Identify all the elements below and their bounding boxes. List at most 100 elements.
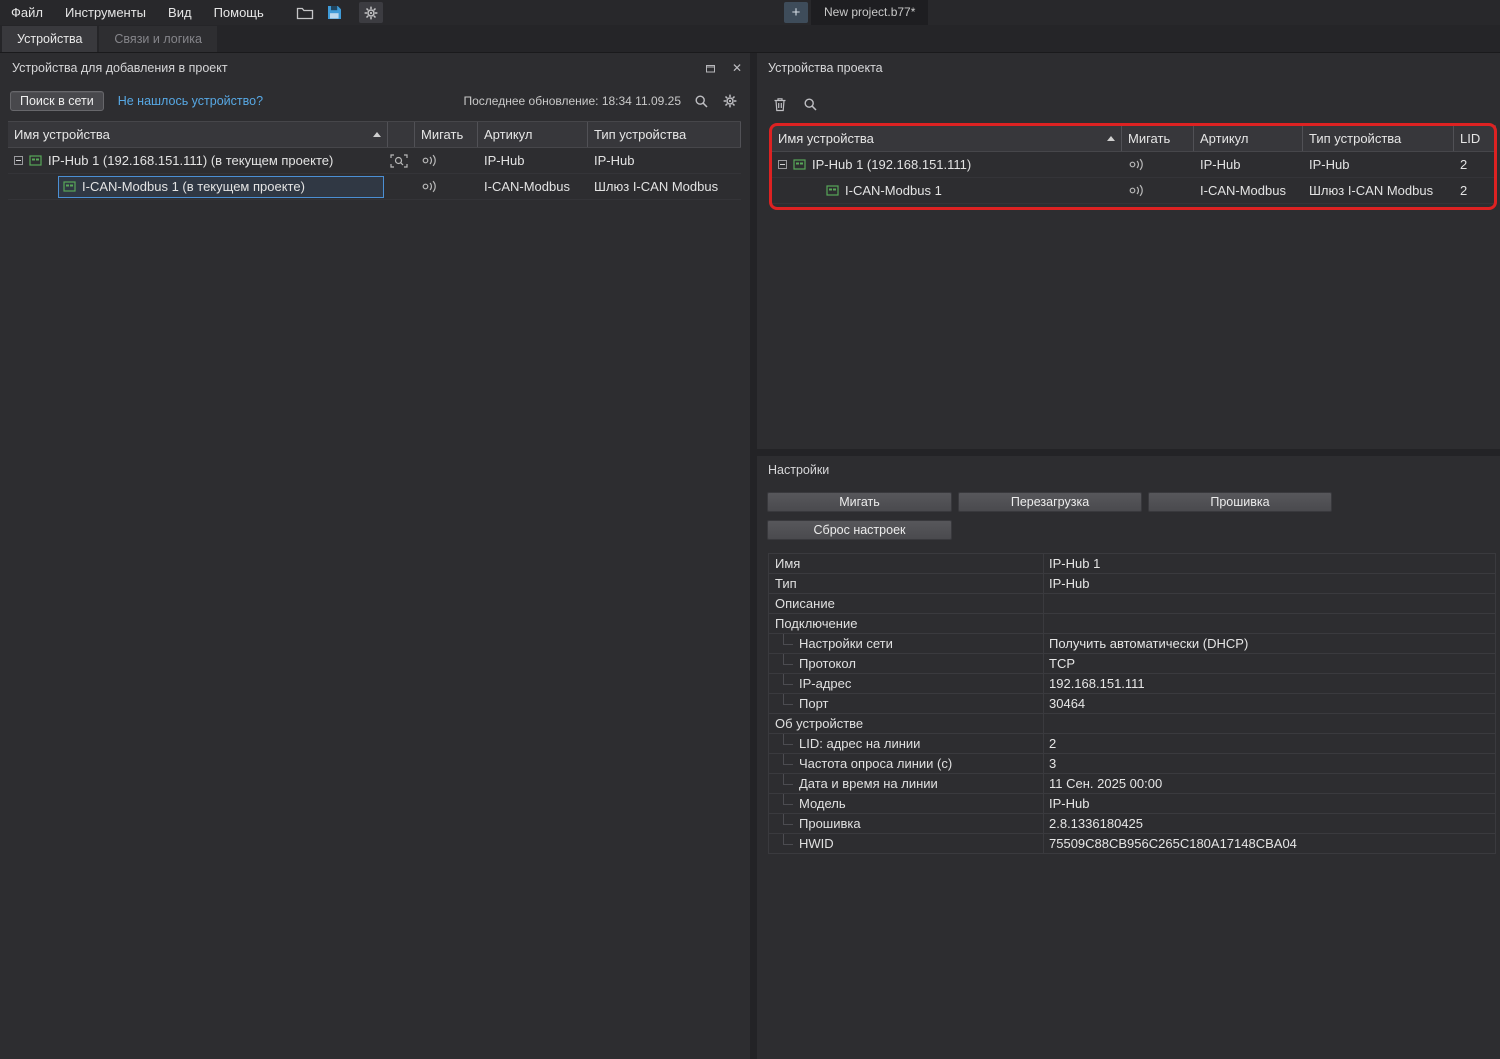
device-icon	[826, 184, 839, 197]
column-header-name[interactable]: Имя устройства	[8, 122, 388, 147]
device-row[interactable]: I-CAN-Modbus 1 (в текущем проекте) I-CAN…	[8, 174, 741, 200]
property-row[interactable]: Частота опроса линии (с)3	[769, 754, 1495, 774]
property-row[interactable]: ПротоколTCP	[769, 654, 1495, 674]
reboot-button[interactable]: Перезагрузка	[958, 492, 1142, 512]
property-row[interactable]: IP-адрес192.168.151.111	[769, 674, 1495, 694]
blink-icon[interactable]	[1128, 158, 1146, 171]
type-cell: Шлюз I-CAN Modbus	[1303, 178, 1454, 203]
column-header-type[interactable]: Тип устройства	[1303, 126, 1454, 151]
article-cell: IP-Hub	[1194, 152, 1303, 177]
column-header-blink[interactable]: Мигать	[1122, 126, 1194, 151]
device-icon	[63, 180, 76, 193]
trash-icon[interactable]	[773, 97, 787, 112]
property-row[interactable]: Описание	[769, 594, 1495, 614]
article-cell: I-CAN-Modbus	[1194, 178, 1303, 203]
column-header-label: Имя устройства	[778, 131, 874, 146]
gear-icon[interactable]	[722, 93, 738, 109]
collapse-expander-icon[interactable]	[778, 160, 787, 169]
project-tab[interactable]: New project.b77*	[811, 0, 928, 25]
property-row[interactable]: ТипIP-Hub	[769, 574, 1495, 594]
property-value[interactable]	[1044, 714, 1495, 733]
collapse-expander-icon[interactable]	[14, 156, 23, 165]
property-row[interactable]: ИмяIP-Hub 1	[769, 554, 1495, 574]
column-header-name[interactable]: Имя устройства	[772, 126, 1122, 151]
gear-icon[interactable]	[359, 2, 383, 23]
identify-cell	[388, 174, 415, 199]
blink-button[interactable]: Мигать	[767, 492, 952, 512]
device-name-cell: IP-Hub 1 (192.168.151.111) (в текущем пр…	[8, 148, 388, 173]
property-label: Частота опроса линии (с)	[769, 754, 1044, 773]
property-value[interactable]: 11 Сен. 2025 00:00	[1044, 774, 1495, 793]
column-header-identify[interactable]	[388, 122, 415, 147]
device-not-found-link[interactable]: Не нашлось устройство?	[118, 94, 263, 108]
property-value[interactable]: Получить автоматически (DHCP)	[1044, 634, 1495, 653]
column-header-lid[interactable]: LID	[1454, 126, 1496, 151]
property-row[interactable]: Порт30464	[769, 694, 1495, 714]
property-row[interactable]: LID: адрес на линии2	[769, 734, 1495, 754]
device-row[interactable]: I-CAN-Modbus 1 I-CAN-Modbus Шлюз I-CAN M…	[772, 178, 1496, 204]
identify-device-icon[interactable]	[390, 154, 408, 168]
device-row[interactable]: IP-Hub 1 (192.168.151.111) IP-Hub IP-Hub…	[772, 152, 1496, 178]
table-header: Имя устройства Мигать Артикул Тип устрой…	[8, 121, 741, 148]
menu-help[interactable]: Помощь	[203, 0, 275, 25]
property-label: Порт	[769, 694, 1044, 713]
property-label: Описание	[769, 594, 1044, 613]
property-row[interactable]: Прошивка2.8.1336180425	[769, 814, 1495, 834]
search-network-button[interactable]: Поиск в сети	[10, 91, 104, 111]
lid-cell: 2	[1454, 152, 1496, 177]
folder-icon[interactable]	[293, 2, 317, 23]
type-cell: Шлюз I-CAN Modbus	[588, 174, 741, 199]
tab-devices[interactable]: Устройства	[2, 26, 97, 52]
property-row[interactable]: HWID75509C88CB956C265C180A17148CBA04	[769, 834, 1495, 854]
tab-links-logic[interactable]: Связи и логика	[99, 26, 217, 52]
property-value[interactable]: 2.8.1336180425	[1044, 814, 1495, 833]
property-group-row[interactable]: Подключение	[769, 614, 1495, 634]
close-panel-icon[interactable]: ✕	[732, 62, 742, 74]
search-icon[interactable]	[803, 97, 818, 112]
new-project-tab-button[interactable]: +	[784, 2, 808, 23]
settings-panel-title: Настройки	[768, 463, 829, 477]
property-value[interactable]: IP-Hub 1	[1044, 554, 1495, 573]
column-header-article[interactable]: Артикул	[478, 122, 588, 147]
device-icon	[793, 158, 806, 171]
firmware-button[interactable]: Прошивка	[1148, 492, 1332, 512]
right-panel: Устройства проекта Имя устройства	[757, 53, 1500, 1059]
available-devices-panel-header: Устройства для добавления в проект ✕	[0, 57, 750, 79]
property-value[interactable]: 2	[1044, 734, 1495, 753]
panel-title: Устройства проекта	[768, 61, 883, 75]
column-header-blink[interactable]: Мигать	[415, 122, 478, 147]
float-panel-icon[interactable]	[705, 63, 716, 74]
selected-cell[interactable]: I-CAN-Modbus 1 (в текущем проекте)	[58, 176, 384, 198]
blink-cell	[1122, 152, 1194, 177]
property-value[interactable]: 3	[1044, 754, 1495, 773]
column-header-type[interactable]: Тип устройства	[588, 122, 741, 147]
property-label: Дата и время на линии	[769, 774, 1044, 793]
property-value[interactable]	[1044, 614, 1495, 633]
device-name: I-CAN-Modbus 1	[845, 183, 942, 198]
column-header-article[interactable]: Артикул	[1194, 126, 1303, 151]
property-row[interactable]: Настройки сетиПолучить автоматически (DH…	[769, 634, 1495, 654]
property-value[interactable]: IP-Hub	[1044, 794, 1495, 813]
reset-settings-button[interactable]: Сброс настроек	[767, 520, 952, 540]
blink-icon[interactable]	[1128, 184, 1146, 197]
property-value[interactable]: 75509C88CB956C265C180A17148CBA04	[1044, 834, 1495, 853]
search-icon[interactable]	[694, 94, 709, 109]
menu-file[interactable]: Файл	[0, 0, 54, 25]
property-value[interactable]: 192.168.151.111	[1044, 674, 1495, 693]
save-icon[interactable]	[323, 2, 347, 23]
menu-view[interactable]: Вид	[157, 0, 203, 25]
property-row[interactable]: МодельIP-Hub	[769, 794, 1495, 814]
menu-tools[interactable]: Инструменты	[54, 0, 157, 25]
vertical-splitter[interactable]	[750, 53, 757, 1059]
property-value[interactable]: TCP	[1044, 654, 1495, 673]
property-value[interactable]: IP-Hub	[1044, 574, 1495, 593]
property-label: Модель	[769, 794, 1044, 813]
property-value[interactable]	[1044, 594, 1495, 613]
property-value[interactable]: 30464	[1044, 694, 1495, 713]
blink-icon[interactable]	[421, 154, 439, 167]
horizontal-splitter[interactable]	[757, 449, 1500, 456]
blink-icon[interactable]	[421, 180, 439, 193]
property-group-row[interactable]: Об устройстве	[769, 714, 1495, 734]
property-row[interactable]: Дата и время на линии11 Сен. 2025 00:00	[769, 774, 1495, 794]
device-row[interactable]: IP-Hub 1 (192.168.151.111) (в текущем пр…	[8, 148, 741, 174]
